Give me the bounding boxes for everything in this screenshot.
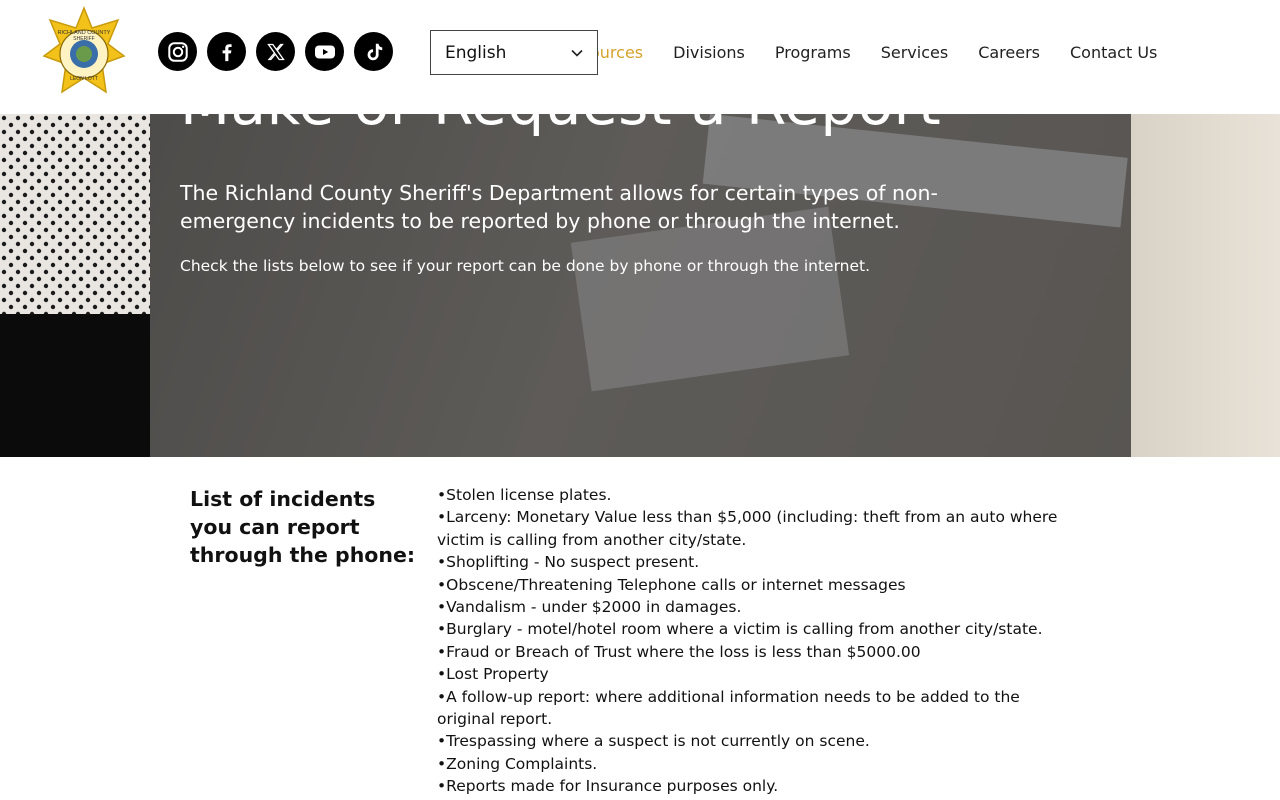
hero-subtitle: The Richland County Sheriff's Department… — [180, 181, 938, 233]
list-item: Larceny: Monetary Value less than $5,000… — [437, 506, 1067, 551]
hero-overlay — [150, 114, 1131, 457]
tiktok-icon — [367, 43, 382, 60]
x-link[interactable] — [256, 32, 295, 71]
phone-incidents-list: Stolen license plates. Larceny: Monetary… — [437, 484, 1067, 798]
list-item: Stolen license plates. — [437, 484, 1067, 506]
facebook-icon — [222, 43, 232, 61]
phone-incidents-heading: List of incidents you can report through… — [190, 487, 416, 567]
list-item: Zoning Complaints. — [437, 753, 1067, 775]
facebook-link[interactable] — [207, 32, 246, 71]
hero-image-right — [1131, 114, 1280, 457]
hero-note: Check the lists below to see if your rep… — [180, 257, 871, 275]
youtube-link[interactable] — [305, 32, 344, 71]
instagram-link[interactable] — [158, 32, 197, 71]
list-item: Shoplifting - No suspect present. — [437, 551, 1067, 573]
nav-contact-us[interactable]: Contact Us — [1070, 43, 1157, 62]
youtube-icon — [314, 45, 335, 58]
chevron-down-icon — [571, 49, 583, 57]
instagram-icon — [167, 41, 188, 62]
list-item: Obscene/Threatening Telephone calls or i… — [437, 574, 1067, 596]
nav-careers[interactable]: Careers — [978, 43, 1040, 62]
sheriff-logo[interactable]: RICHLAND COUNTY SHERIFF LEON LOTT — [42, 5, 126, 100]
list-item: Reports made for Insurance purposes only… — [437, 775, 1067, 797]
list-item: Lost Property — [437, 663, 1067, 685]
list-item: Burglary - motel/hotel room where a vict… — [437, 618, 1067, 640]
language-select[interactable]: English — [430, 30, 598, 75]
nav-divisions[interactable]: Divisions — [673, 43, 745, 62]
nav-services[interactable]: Services — [881, 43, 948, 62]
x-icon — [266, 43, 285, 60]
logo-text-sheriff: SHERIFF — [73, 36, 94, 42]
list-item: A follow-up report: where additional inf… — [437, 686, 1067, 731]
tiktok-link[interactable] — [354, 32, 393, 71]
nav-programs[interactable]: Programs — [775, 43, 851, 62]
list-item: Vandalism - under $2000 in damages. — [437, 596, 1067, 618]
logo-text-name: LEON LOTT — [70, 76, 98, 82]
main-nav: ources Divisions Programs Services Caree… — [590, 41, 1157, 63]
social-links — [158, 32, 393, 71]
hero-banner — [0, 114, 1280, 457]
page-title: Make or Request a Report — [180, 70, 942, 138]
hero-image-shadow — [0, 314, 150, 457]
language-select-value: English — [445, 42, 507, 63]
list-item: Trespassing where a suspect is not curre… — [437, 730, 1067, 752]
list-item: Fraud or Breach of Trust where the loss … — [437, 641, 1067, 663]
